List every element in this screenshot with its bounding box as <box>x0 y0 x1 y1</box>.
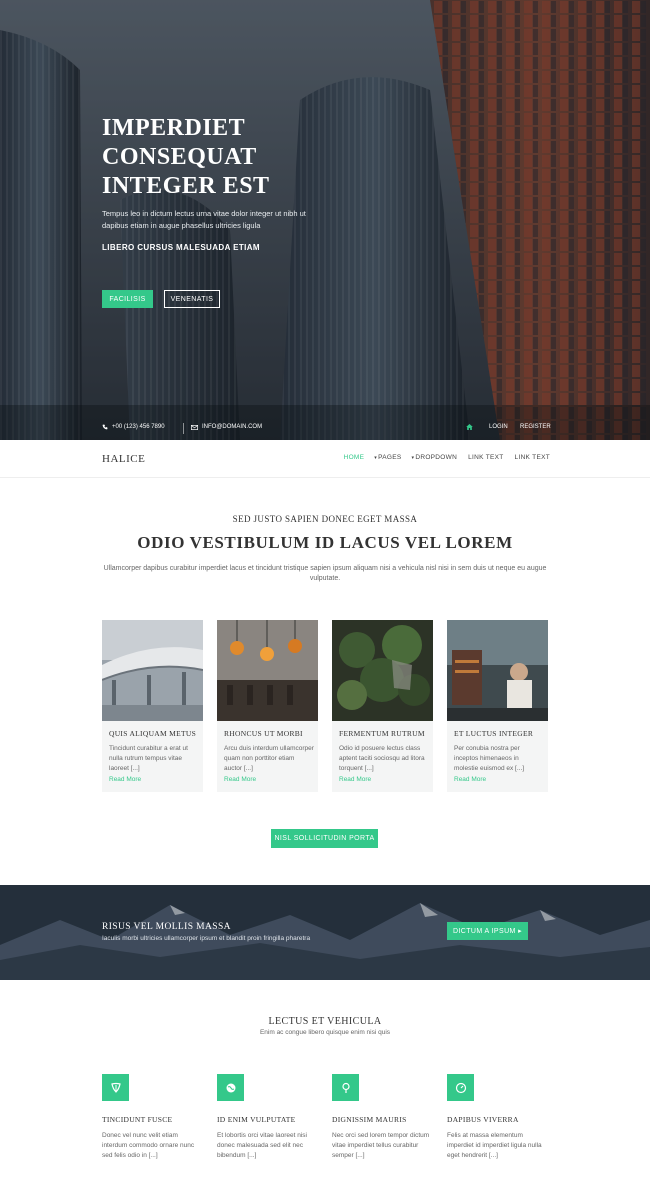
read-more-link[interactable]: Read More <box>454 776 486 783</box>
hero-title-line: IMPERDIET <box>102 115 246 141</box>
phone-icon <box>102 424 108 430</box>
intro-title: ODIO VESTIBULUM ID LACUS VEL LOREM <box>137 533 513 552</box>
feature-text: Felis at massa elementum imperdiet id im… <box>447 1132 542 1159</box>
hero-description: Tempus leo in dictum lectus urna vitae d… <box>102 209 306 230</box>
feature-item: DIGNISSIM MAURIS Nec orci sed lorem temp… <box>332 1074 433 1161</box>
cards-grid: QUIS ALIQUAM METUS Tincidunt curabitur a… <box>102 620 548 792</box>
card-image <box>447 620 548 721</box>
feature-text: Et lobortis orci vitae laoreet nisi done… <box>217 1132 307 1159</box>
hero-section: IMPERDIET CONSEQUAT INTEGER EST Tempus l… <box>0 0 650 440</box>
nav-menu: HOME ▾PAGES ▾DROPDOWN LINK TEXT LINK TEX… <box>343 454 550 461</box>
card-text: Per conubia nostra per inceptos himenaeo… <box>454 745 525 772</box>
feature-text: Nec orci sed lorem tempor dictum vitae i… <box>332 1132 430 1159</box>
features-subtitle: Enim ac congue libero quisque enim nisi … <box>259 1029 391 1036</box>
card-image <box>217 620 318 721</box>
dictum-a-ipsum-button[interactable]: DICTUM A IPSUM ▸ <box>447 922 528 940</box>
nav-item-label: PAGES <box>378 454 402 461</box>
nav-item-label: LINK TEXT <box>468 454 504 461</box>
feature-item: TINCIDUNT FUSCE Donec vel nunc velit eti… <box>102 1074 203 1161</box>
nav-item-pages[interactable]: ▾PAGES <box>374 454 401 461</box>
card[interactable]: FERMENTUM RUTRUM Odio id posuere lectus … <box>332 620 433 792</box>
caret-icon: ▾ <box>411 455 415 461</box>
hero-title-line: CONSEQUAT <box>102 144 257 170</box>
feature-item: ID ENIM VULPUTATE Et lobortis orci vitae… <box>217 1074 318 1161</box>
cta-title: RISUS VEL MOLLIS MASSA <box>102 922 231 932</box>
nav-item-link-text[interactable]: LINK TEXT <box>514 454 550 461</box>
email-contact[interactable]: INFO@DOMAIN.COM <box>191 424 262 430</box>
globe-icon <box>217 1074 244 1101</box>
facilisis-button[interactable]: FACILISIS <box>102 290 153 308</box>
nav-item-label: HOME <box>343 454 365 461</box>
cta-strip <box>0 885 650 980</box>
leaf-icon <box>102 1074 129 1101</box>
card-title: FERMENTUM RUTRUM <box>339 729 425 738</box>
card-image <box>102 620 203 721</box>
card-title: RHONCUS UT MORBI <box>224 729 303 738</box>
feature-title: ID ENIM VULPUTATE <box>217 1115 296 1124</box>
caret-icon: ▾ <box>374 455 378 461</box>
register-link[interactable]: REGISTER <box>520 424 551 430</box>
card[interactable]: RHONCUS UT MORBI Arcu duis interdum ulla… <box>217 620 318 792</box>
site-logo[interactable]: HALICE <box>102 453 145 465</box>
main-navigation: HALICE HOME ▾PAGES ▾DROPDOWN LINK TEXT L… <box>0 440 650 478</box>
card[interactable]: QUIS ALIQUAM METUS Tincidunt curabitur a… <box>102 620 203 792</box>
phone-contact[interactable]: +00 (123) 456 7890 <box>102 424 165 430</box>
email-address: INFO@DOMAIN.COM <box>202 424 263 430</box>
hero-title-line: INTEGER EST <box>102 173 270 199</box>
intro-text: Ullamcorper dapibus curabitur imperdiet … <box>103 565 547 582</box>
nav-item-link-text[interactable]: LINK TEXT <box>467 454 503 461</box>
nav-item-label: LINK TEXT <box>514 454 550 461</box>
nav-item-dropdown[interactable]: ▾DROPDOWN <box>412 454 458 461</box>
feature-title: DAPIBUS VIVERRA <box>447 1115 519 1124</box>
cta-text: Iaculis morbi ultricies ullamcorper ipsu… <box>102 935 311 942</box>
nisl-sollicitudin-porta-button[interactable]: NISL SOLLICITUDIN PORTA <box>271 829 378 848</box>
nav-item-label: DROPDOWN <box>415 454 458 461</box>
topbar-divider <box>183 423 184 434</box>
nav-item-home[interactable]: HOME <box>343 454 365 461</box>
mountains-background-image <box>0 885 650 980</box>
hero-subtitle: LIBERO CURSUS MALESUADA ETIAM <box>102 243 260 252</box>
card-title: QUIS ALIQUAM METUS <box>109 729 197 738</box>
card[interactable]: ET LUCTUS INTEGER Per conubia nostra per… <box>447 620 548 792</box>
home-link[interactable] <box>466 424 473 430</box>
read-more-link[interactable]: Read More <box>224 776 256 783</box>
intro-kicker: SED JUSTO SAPIEN DONEC EGET MASSA <box>232 514 418 524</box>
feature-title: DIGNISSIM MAURIS <box>332 1115 407 1124</box>
hero-title: IMPERDIET CONSEQUAT INTEGER EST <box>102 114 362 201</box>
home-icon <box>466 424 473 430</box>
pin-icon <box>332 1074 359 1101</box>
features-title: LECTUS ET VEHICULA <box>268 1016 382 1027</box>
read-more-link[interactable]: Read More <box>109 776 141 783</box>
card-text: Tincidunt curabitur a erat ut nulla rutr… <box>109 745 188 772</box>
feature-title: TINCIDUNT FUSCE <box>102 1115 173 1124</box>
card-text: Arcu duis interdum ullamcorper quam non … <box>224 745 314 772</box>
compass-icon <box>447 1074 474 1101</box>
card-text: Odio id posuere lectus class aptent taci… <box>339 745 425 772</box>
venenatis-button[interactable]: VENENATIS <box>164 290 220 308</box>
card-title: ET LUCTUS INTEGER <box>454 729 534 738</box>
login-link[interactable]: LOGIN <box>489 424 508 430</box>
feature-text: Donec vel nunc velit etiam interdum comm… <box>102 1132 195 1159</box>
top-bar: +00 (123) 456 7890 INFO@DOMAIN.COM LOGIN… <box>0 418 650 440</box>
phone-number: +00 (123) 456 7890 <box>112 424 165 430</box>
feature-item: DAPIBUS VIVERRA Felis at massa elementum… <box>447 1074 548 1161</box>
card-image <box>332 620 433 721</box>
mail-icon <box>191 424 198 430</box>
read-more-link[interactable]: Read More <box>339 776 371 783</box>
